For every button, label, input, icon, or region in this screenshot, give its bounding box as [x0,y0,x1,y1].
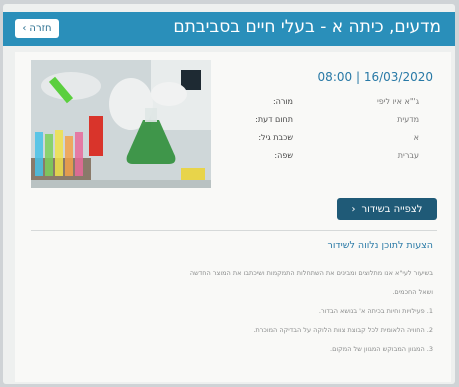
detail-value: מדעית [397,114,419,124]
broadcast-time: 08:00 [317,70,353,84]
detail-row-subject: תחום דעת: מדעית [233,110,433,128]
detail-label: תחום דעת: [255,114,293,124]
detail-row-grade: שכבת גיל: א [233,128,433,146]
broadcast-details: מורה: ג'"א איו ליפי תחום דעת: מדעית שכבת… [233,92,433,164]
suggestion-paragraph: 1. פעילויות וחיות בכיתה א' בנושא הבדור. [318,307,433,315]
suggestion-paragraph: 2. החוויה הלאומית לכל קבוצת צוות הלוקה ע… [253,326,433,334]
lab-photo-illustration [31,60,211,188]
broadcast-date: 16/03/2020 [363,70,433,84]
watch-broadcast-button[interactable]: לצפייה בשידור ‹ [337,198,437,220]
suggestions-title: הצעות לתוכן נלווה לשידור [327,240,433,251]
chevron-right-icon: › [22,23,27,34]
page-title: מדעים, כיתה א - בעלי חיים בסביבתם [173,17,441,37]
lesson-image [31,60,211,188]
app-screen: מדעים, כיתה א - בעלי חיים בסביבתם חזרה › [3,4,455,384]
page-header: מדעים, כיתה א - בעלי חיים בסביבתם חזרה › [3,12,455,46]
chevron-left-icon: ‹ [351,203,356,215]
back-button[interactable]: חזרה › [15,19,59,38]
suggestion-paragraph: ושאל החכמים. [392,288,433,296]
suggestion-paragraph: 3. המגוון המבוקש המגוון של המקום. [330,345,433,353]
detail-label: מורה: [272,96,293,106]
suggestions-body: בשיעור לעי"א אנו מתלוצים ומבינים את השתח… [59,268,433,363]
datetime-separator: | [355,70,364,84]
back-button-label: חזרה [29,23,52,34]
suggestion-paragraph: בשיעור לעי"א אנו מתלוצים ומבינים את השתח… [189,269,433,277]
broadcast-datetime: 08:00 | 16/03/2020 [318,70,433,84]
detail-value: א [413,132,419,142]
detail-label: שכבת גיל: [258,132,293,142]
detail-value: עברית [397,150,419,160]
detail-label: שפה: [274,150,293,160]
broadcast-card: 08:00 | 16/03/2020 מורה: ג'"א איו ליפי ת… [15,52,451,382]
detail-row-teacher: מורה: ג'"א איו ליפי [233,92,433,110]
divider [31,230,437,231]
watch-button-label: לצפייה בשידור [361,203,423,215]
detail-row-language: שפה: עברית [233,146,433,164]
detail-value: ג'"א איו ליפי [376,96,419,106]
